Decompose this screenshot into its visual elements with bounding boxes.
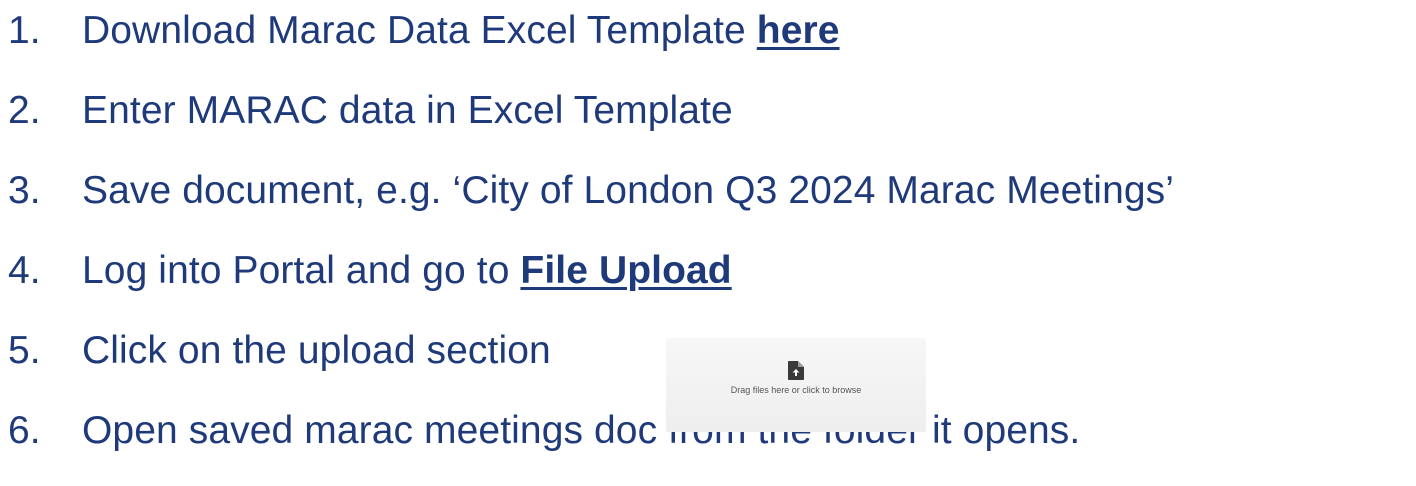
step-number: 1.	[8, 9, 41, 52]
step-3: 3. Save document, e.g. ‘City of London Q3…	[8, 162, 1174, 220]
step-number: 6.	[8, 409, 41, 452]
step-number: 5.	[8, 329, 41, 372]
step-2: 2. Enter MARAC data in Excel Template	[8, 82, 733, 140]
step-number: 4.	[8, 249, 41, 292]
step-text: Enter MARAC data in Excel Template	[82, 89, 733, 132]
step-number: 2.	[8, 89, 41, 132]
upload-dropzone-label: Drag files here or click to browse	[730, 385, 862, 395]
step-text: Download Marac Data Excel Template	[82, 9, 757, 52]
step-text: Save document, e.g. ‘City of London Q3 2…	[82, 169, 1175, 212]
download-template-link[interactable]: here	[757, 9, 840, 52]
step-4: 4. Log into Portal and go to File Upload	[8, 242, 732, 300]
upload-dropzone[interactable]: Drag files here or click to browse	[666, 338, 926, 432]
step-1: 1. Download Marac Data Excel Template her…	[8, 2, 840, 60]
step-5: 5. Click on the upload section	[8, 322, 551, 380]
file-upload-link[interactable]: File Upload	[520, 249, 731, 292]
step-text: Log into Portal and go to	[82, 249, 521, 292]
file-upload-icon	[788, 361, 804, 380]
step-text: Click on the upload section	[82, 329, 551, 372]
step-number: 3.	[8, 169, 41, 212]
step-text: Open saved marac meetings doc from the f…	[82, 409, 1081, 452]
